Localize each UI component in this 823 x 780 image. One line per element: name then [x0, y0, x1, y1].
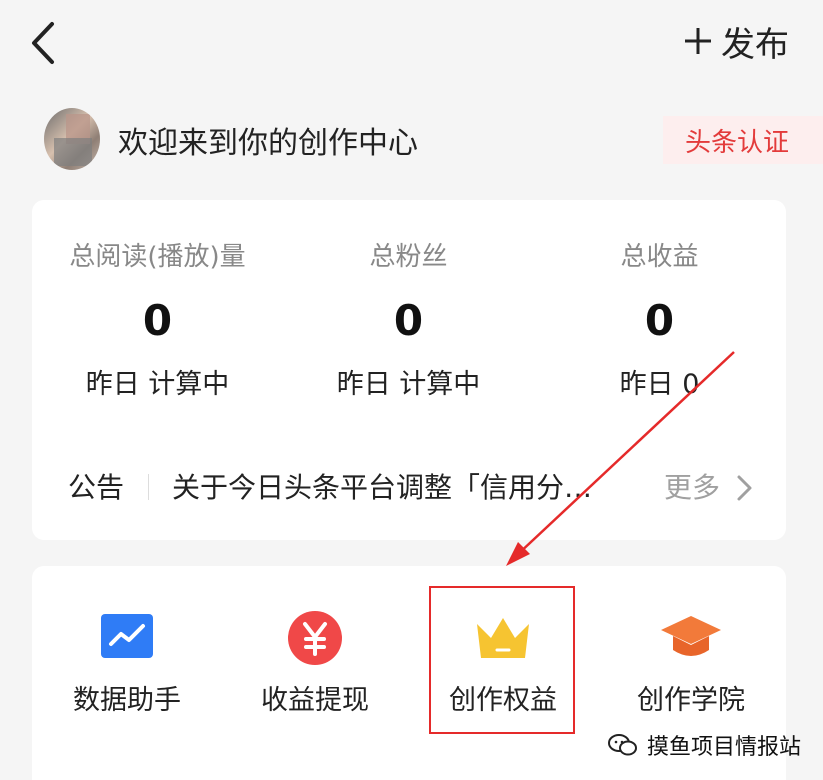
stat-label: 总粉丝 [369, 242, 448, 272]
top-bar: 发布 [0, 0, 823, 90]
graduation-cap-icon [661, 616, 721, 656]
tool-label: 创作权益 [449, 685, 557, 716]
chevron-right-icon [737, 475, 752, 501]
tool-data-assistant[interactable]: 数据助手 [32, 566, 222, 746]
avatar[interactable] [44, 108, 100, 170]
announcement-row[interactable]: 公告 关于今日头条平台调整「信用分… 更多 [32, 462, 786, 512]
tool-income-withdraw[interactable]: 收益提现 [220, 566, 410, 746]
stat-label: 总阅读(播放)量 [69, 242, 246, 272]
stat-value: 0 [644, 296, 675, 345]
tool-creator-rights[interactable]: 创作权益 [408, 566, 598, 746]
stat-value: 0 [393, 296, 424, 345]
watermark: 摸鱼项目情报站 [607, 730, 801, 760]
back-button[interactable] [26, 18, 66, 68]
announcement-text: 关于今日头条平台调整「信用分… [172, 471, 593, 504]
tool-label: 数据助手 [73, 685, 181, 716]
stats-card: 总阅读(播放)量 0 昨日 计算中 总粉丝 0 昨日 计算中 总收益 0 昨日 … [32, 200, 786, 540]
verify-badge-label: 头条认证 [685, 127, 790, 158]
stat-value: 0 [142, 296, 173, 345]
divider [148, 474, 149, 500]
stat-sub: 昨日 0 [619, 369, 700, 400]
data-chart-icon [101, 614, 153, 658]
tool-label: 创作学院 [637, 685, 745, 716]
welcome-title: 欢迎来到你的创作中心 [118, 126, 418, 161]
tool-label: 收益提现 [261, 685, 369, 716]
publish-button[interactable]: 发布 [683, 16, 789, 66]
tool-creator-academy[interactable]: 创作学院 [596, 566, 786, 746]
welcome-row: 欢迎来到你的创作中心 头条认证 [0, 100, 823, 180]
more-link[interactable]: 更多 [664, 466, 720, 506]
crown-icon [477, 618, 529, 658]
publish-label: 发布 [721, 24, 789, 65]
yuan-coin-icon [288, 611, 342, 665]
watermark-text: 摸鱼项目情报站 [646, 735, 801, 760]
chevron-left-icon [32, 22, 54, 64]
stat-sub: 昨日 计算中 [85, 369, 230, 400]
wechat-icon [607, 734, 637, 756]
plus-icon [685, 28, 711, 54]
stat-label: 总收益 [620, 242, 699, 272]
toutiao-verify-badge[interactable]: 头条认证 [663, 116, 823, 164]
announcement-tag: 公告 [68, 471, 125, 504]
stat-sub: 昨日 计算中 [336, 369, 481, 400]
